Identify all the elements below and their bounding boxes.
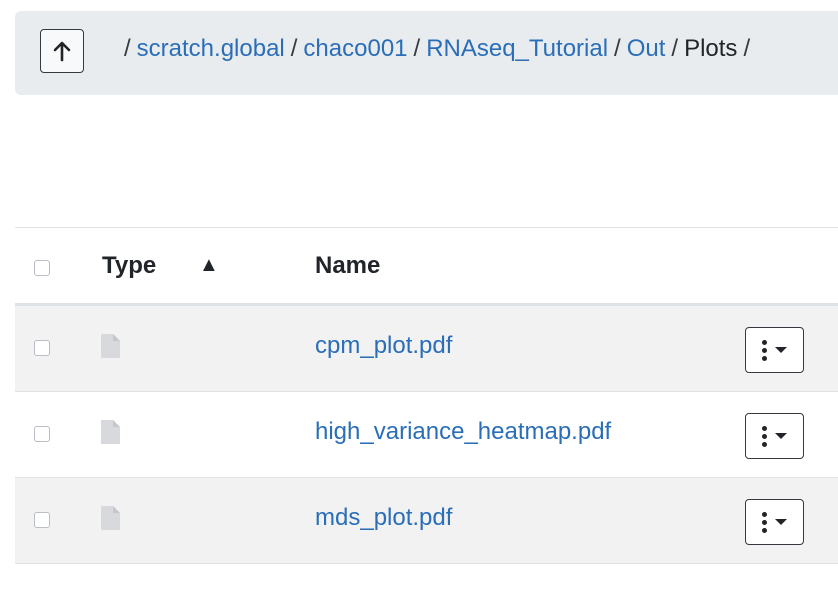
file-actions-dropdown[interactable] [745,413,804,459]
table-header: Type ▲ Name [15,227,838,306]
breadcrumb: / scratch.global / chaco001 / RNAseq_Tut… [124,33,756,65]
chevron-down-icon [775,347,787,353]
column-header-type[interactable]: Type [102,252,156,280]
breadcrumb-link-chaco001[interactable]: chaco001 [303,33,407,65]
sort-ascending-icon[interactable]: ▲ [199,254,219,277]
breadcrumb-separator: / [743,35,751,62]
file-actions-dropdown[interactable] [745,499,804,545]
parent-directory-button[interactable] [40,29,84,73]
chevron-down-icon [775,433,787,439]
breadcrumb-link-out[interactable]: Out [627,33,666,65]
column-header-name[interactable]: Name [315,252,380,280]
breadcrumb-separator: / [671,35,679,62]
file-icon [101,506,120,530]
row-checkbox[interactable] [34,340,50,356]
breadcrumb-separator: / [614,35,621,62]
breadcrumb-link-rnaseq-tutorial[interactable]: RNAseq_Tutorial [426,33,608,65]
breadcrumb-separator: / [413,35,421,62]
file-table: Type ▲ Name cpm_plot.pdf high_variance_h… [15,227,838,564]
table-row: cpm_plot.pdf [15,306,838,392]
arrow-up-icon [53,41,71,62]
breadcrumb-link-scratch-global[interactable]: scratch.global [137,33,285,65]
breadcrumb-separator: / [290,35,298,62]
vertical-ellipsis-icon [762,425,767,447]
table-row: high_variance_heatmap.pdf [15,392,838,478]
row-checkbox[interactable] [34,512,50,528]
file-actions-dropdown[interactable] [745,327,804,373]
file-name-link[interactable]: mds_plot.pdf [315,504,452,532]
file-name-link[interactable]: cpm_plot.pdf [315,332,452,360]
chevron-down-icon [775,519,787,525]
breadcrumb-separator: / [124,35,131,62]
breadcrumb-current: Plots [684,35,738,62]
file-icon [101,334,120,358]
file-icon [101,420,120,444]
vertical-ellipsis-icon [762,511,767,533]
file-name-link[interactable]: high_variance_heatmap.pdf [315,418,611,446]
row-checkbox[interactable] [34,426,50,442]
select-all-checkbox[interactable] [34,260,50,276]
path-bar: / scratch.global / chaco001 / RNAseq_Tut… [15,11,838,95]
vertical-ellipsis-icon [762,339,767,361]
table-row: mds_plot.pdf [15,478,838,564]
